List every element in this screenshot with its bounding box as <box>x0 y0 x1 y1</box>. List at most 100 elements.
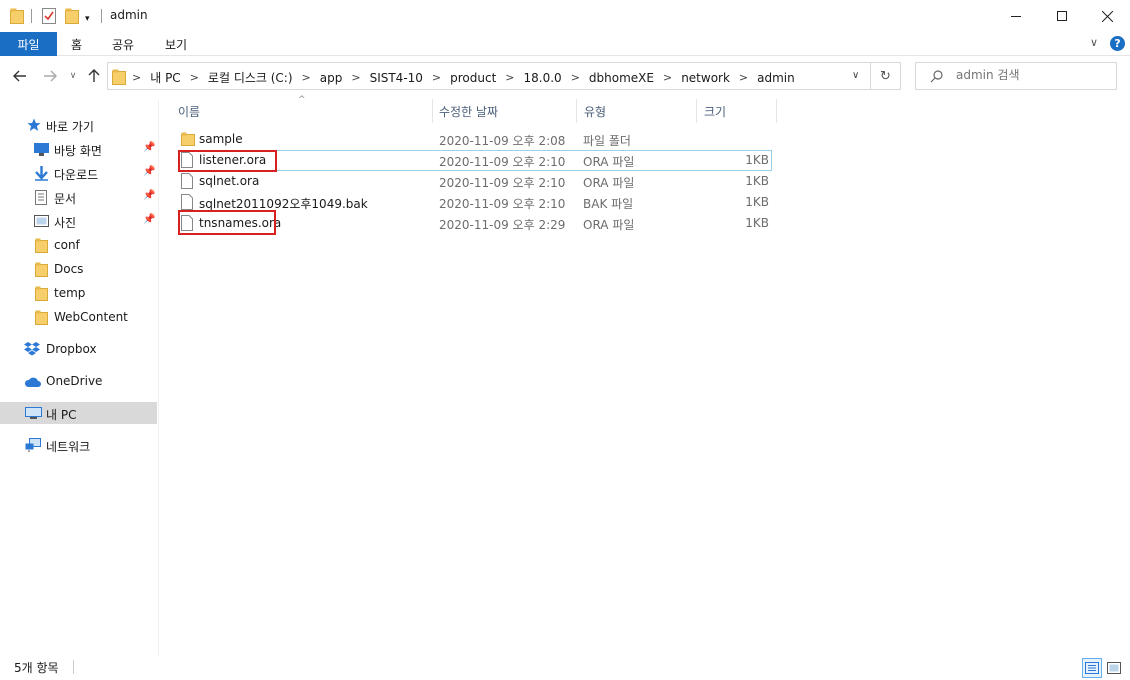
sidebar-item-desktop[interactable]: 바탕 화면 📌 <box>0 138 157 160</box>
file-type: 파일 폴더 <box>583 134 631 148</box>
expand-ribbon-chevron-icon[interactable]: ∨ <box>1090 36 1098 49</box>
sidebar-item-label: Dropbox <box>46 342 97 356</box>
details-view-button[interactable] <box>1082 658 1102 678</box>
column-header-size[interactable]: 크기 <box>704 103 726 125</box>
sidebar-item-this-pc[interactable]: 내 PC <box>0 402 157 424</box>
sidebar-item-pictures[interactable]: 사진 📌 <box>0 210 157 232</box>
folder-icon <box>35 286 48 301</box>
sidebar-item-temp[interactable]: temp <box>0 282 157 304</box>
breadcrumb-separator-icon[interactable]: > <box>190 71 199 84</box>
file-size: 1KB <box>745 216 769 230</box>
pin-icon[interactable]: 📌 <box>143 214 155 225</box>
breadcrumb-separator-icon[interactable]: > <box>132 71 141 84</box>
tab-file[interactable]: 파일 <box>0 32 57 56</box>
details-view-icon <box>1085 662 1099 674</box>
breadcrumb-item[interactable]: admin <box>757 71 795 85</box>
breadcrumb-separator-icon[interactable]: > <box>505 71 514 84</box>
file-type: ORA 파일 <box>583 218 635 232</box>
column-divider[interactable] <box>776 99 777 123</box>
onedrive-icon <box>24 377 41 387</box>
close-icon <box>1101 10 1113 22</box>
folder-icon <box>35 310 48 325</box>
column-header-name[interactable]: 이름 <box>178 103 200 125</box>
sidebar-item-network[interactable]: 네트워크 <box>0 434 157 456</box>
breadcrumb-separator-icon[interactable]: > <box>663 71 672 84</box>
new-folder-icon[interactable] <box>65 7 79 25</box>
breadcrumb-item[interactable]: 로컬 디스크 (C:) <box>208 69 293 86</box>
column-divider[interactable] <box>432 99 433 123</box>
large-icons-view-button[interactable] <box>1104 658 1124 678</box>
pictures-icon <box>34 215 49 227</box>
file-size: 1KB <box>745 153 769 167</box>
sidebar-item-label: temp <box>54 286 86 300</box>
minimize-button[interactable] <box>993 0 1039 32</box>
search-input[interactable] <box>956 68 1106 82</box>
file-type: BAK 파일 <box>583 197 634 211</box>
forward-arrow-icon <box>44 70 57 82</box>
file-modified: 2020-11-09 오후 2:10 <box>439 155 566 169</box>
properties-icon[interactable] <box>42 7 56 25</box>
file-icon <box>181 173 193 189</box>
window-title: admin <box>110 8 148 22</box>
maximize-button[interactable] <box>1039 0 1085 32</box>
file-row[interactable]: sample 2020-11-09 오후 2:08 파일 폴더 <box>178 129 772 150</box>
search-box[interactable] <box>915 62 1117 90</box>
tab-view[interactable]: 보기 <box>165 36 187 53</box>
up-button[interactable] <box>86 66 102 86</box>
large-icons-view-icon <box>1107 662 1121 674</box>
forward-button[interactable] <box>40 66 60 86</box>
sidebar-item-conf[interactable]: conf <box>0 234 157 256</box>
column-divider[interactable] <box>696 99 697 123</box>
sidebar-item-downloads[interactable]: 다운로드 📌 <box>0 162 157 184</box>
breadcrumb-item[interactable]: 내 PC <box>150 69 180 86</box>
customize-qa-chevron-icon[interactable]: ▾ <box>85 10 90 28</box>
breadcrumb-item[interactable]: product <box>450 71 496 85</box>
pin-icon[interactable]: 📌 <box>143 166 155 177</box>
back-button[interactable] <box>10 66 30 86</box>
refresh-button[interactable]: ↻ <box>871 62 901 90</box>
recent-locations-chevron-icon[interactable]: ∨ <box>66 66 80 86</box>
dropbox-icon <box>24 342 40 356</box>
column-divider[interactable] <box>576 99 577 123</box>
sidebar-item-label: 내 PC <box>46 408 77 422</box>
breadcrumb-separator-icon[interactable]: > <box>739 71 748 84</box>
pin-icon[interactable]: 📌 <box>143 190 155 201</box>
search-icon <box>930 70 943 83</box>
breadcrumb-separator-icon[interactable]: > <box>351 71 360 84</box>
address-dropdown-chevron-icon[interactable]: ∨ <box>852 70 859 81</box>
help-icon[interactable]: ? <box>1110 36 1125 51</box>
tab-share[interactable]: 공유 <box>112 36 134 53</box>
sort-ascending-icon: ^ <box>298 95 306 105</box>
pin-icon[interactable]: 📌 <box>143 142 155 153</box>
breadcrumb-item[interactable]: dbhomeXE <box>589 71 654 85</box>
breadcrumb-item[interactable]: app <box>320 71 343 85</box>
sidebar-item-documents[interactable]: 문서 📌 <box>0 186 157 208</box>
file-row[interactable]: sqlnet.ora 2020-11-09 오후 2:10 ORA 파일 1KB <box>178 171 772 192</box>
folder-icon <box>181 132 195 146</box>
breadcrumb-item[interactable]: SIST4-10 <box>370 71 423 85</box>
maximize-icon <box>1057 11 1067 21</box>
close-button[interactable] <box>1084 0 1130 32</box>
column-header-type[interactable]: 유형 <box>584 103 606 125</box>
sidebar-item-dropbox[interactable]: Dropbox <box>0 338 157 360</box>
sidebar-item-onedrive[interactable]: OneDrive <box>0 370 157 392</box>
column-header-modified[interactable]: 수정한 날짜 <box>439 103 498 125</box>
breadcrumb-item[interactable]: network <box>681 71 730 85</box>
file-size: 1KB <box>745 174 769 188</box>
breadcrumb: > 내 PC > 로컬 디스크 (C:) > app > SIST4-10 > … <box>132 69 795 86</box>
breadcrumb-item[interactable]: 18.0.0 <box>524 71 562 85</box>
breadcrumb-separator-icon[interactable]: > <box>571 71 580 84</box>
breadcrumb-separator-icon[interactable]: > <box>302 71 311 84</box>
address-bar[interactable]: > 내 PC > 로컬 디스크 (C:) > app > SIST4-10 > … <box>107 62 871 90</box>
breadcrumb-separator-icon[interactable]: > <box>432 71 441 84</box>
refresh-icon: ↻ <box>880 68 891 84</box>
status-divider <box>73 660 74 674</box>
navigation-pane: 바로 가기 바탕 화면 📌 다운로드 📌 문서 📌 사진 📌 conf Docs… <box>0 100 158 656</box>
file-size: 1KB <box>745 195 769 209</box>
tab-home[interactable]: 홈 <box>71 36 82 53</box>
sidebar-item-quick-access[interactable]: 바로 가기 <box>0 114 157 136</box>
sidebar-item-docs[interactable]: Docs <box>0 258 157 280</box>
sidebar-item-webcontent[interactable]: WebContent <box>0 306 157 328</box>
sidebar-item-label: Docs <box>54 262 84 276</box>
sidebar-item-label: 네트워크 <box>46 440 91 454</box>
